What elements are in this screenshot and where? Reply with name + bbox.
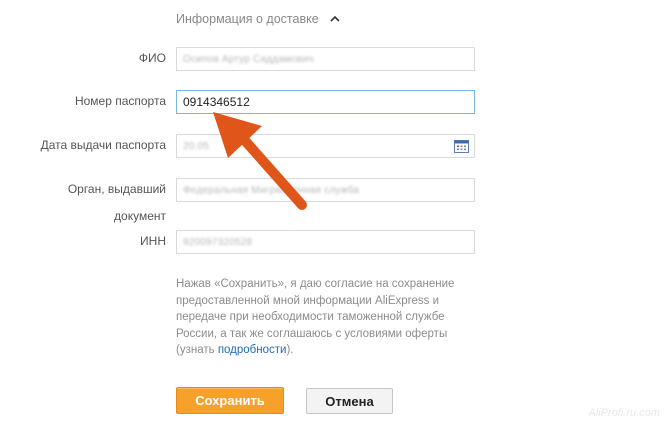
annotation-arrow-icon bbox=[213, 112, 307, 210]
